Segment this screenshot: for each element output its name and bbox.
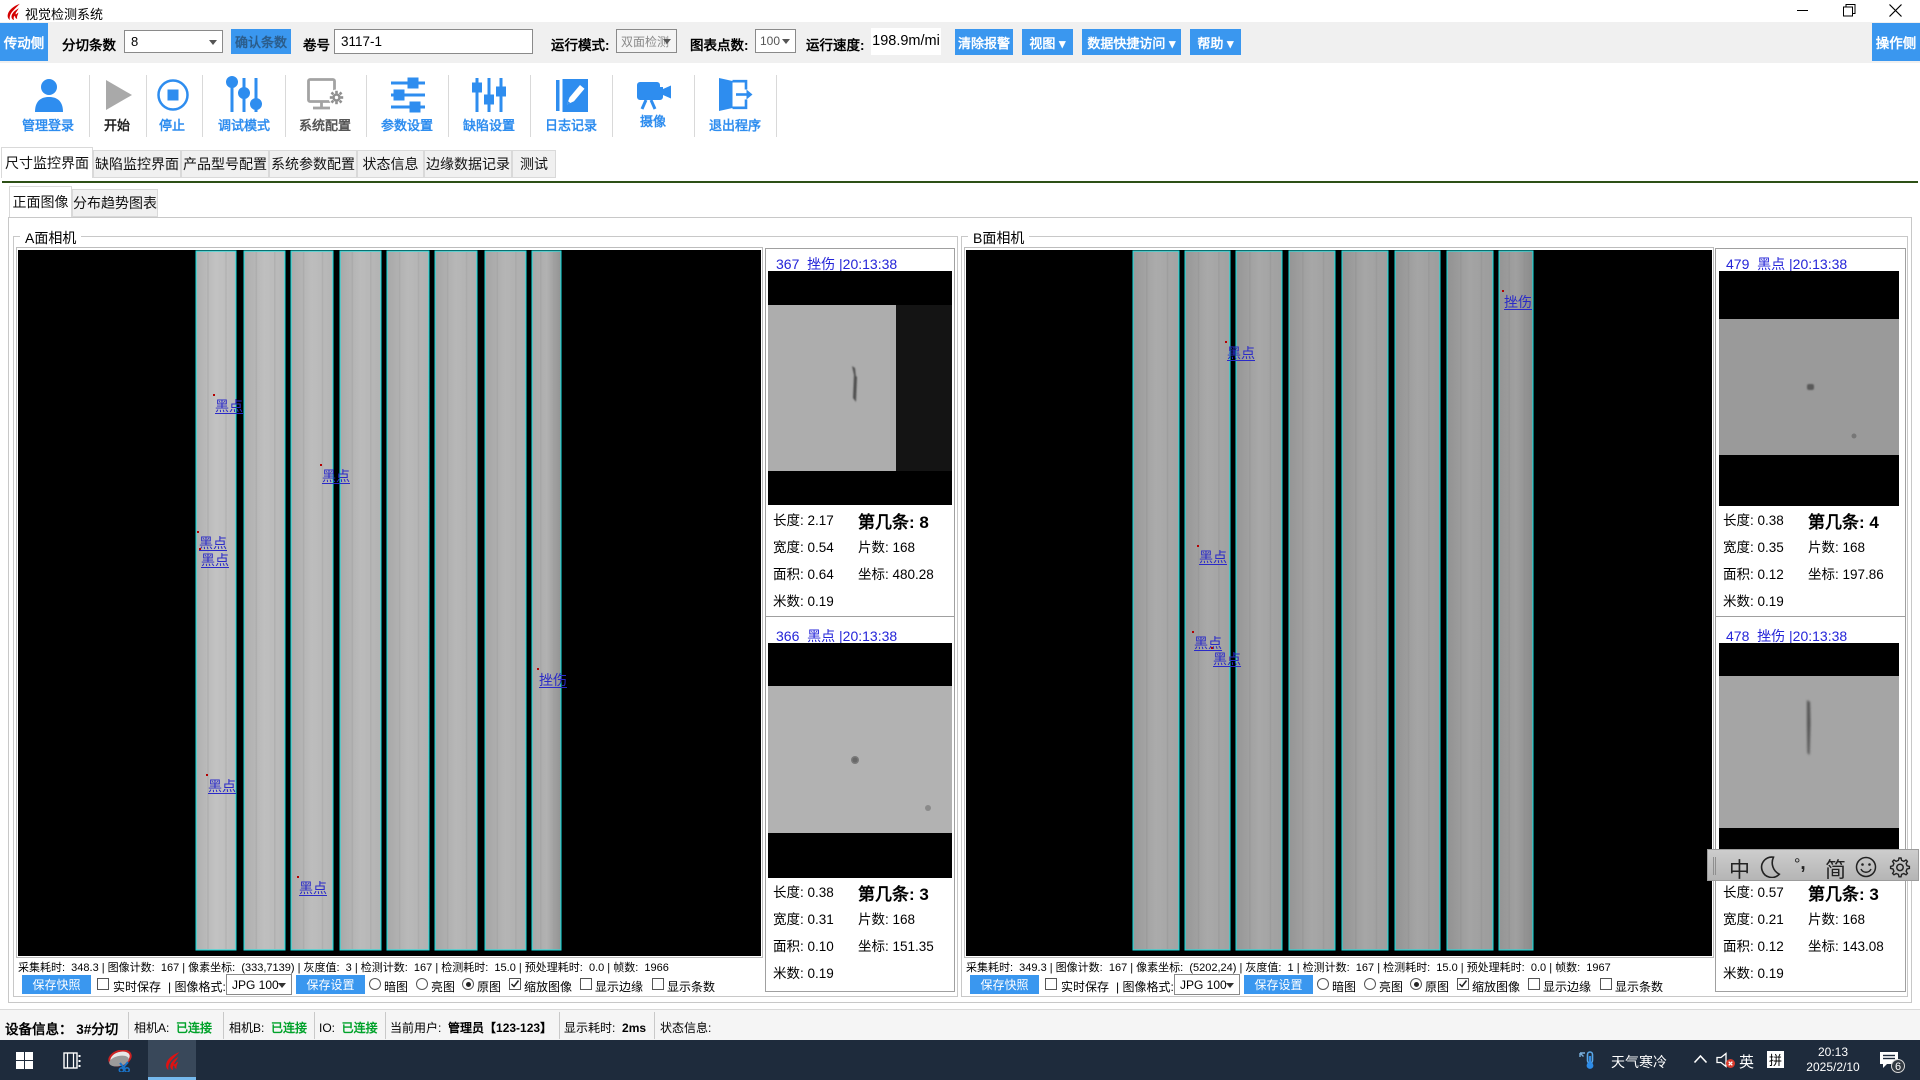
svg-text:黑点: 黑点 <box>322 468 350 484</box>
svg-text:黑点: 黑点 <box>1194 635 1222 651</box>
svg-text:黑点: 黑点 <box>1227 345 1255 361</box>
svg-text:挫伤: 挫伤 <box>539 672 567 688</box>
svg-text:黑点: 黑点 <box>199 535 227 551</box>
svg-text:挫伤: 挫伤 <box>1504 294 1532 310</box>
svg-text:黑点: 黑点 <box>299 880 327 896</box>
svg-text:黑点: 黑点 <box>215 398 243 414</box>
svg-text:黑点: 黑点 <box>208 778 236 794</box>
svg-text:黑点: 黑点 <box>1213 651 1241 667</box>
svg-text:黑点: 黑点 <box>1199 549 1227 565</box>
svg-text:黑点: 黑点 <box>201 552 229 568</box>
svg-text:6: 6 <box>1895 1061 1901 1073</box>
